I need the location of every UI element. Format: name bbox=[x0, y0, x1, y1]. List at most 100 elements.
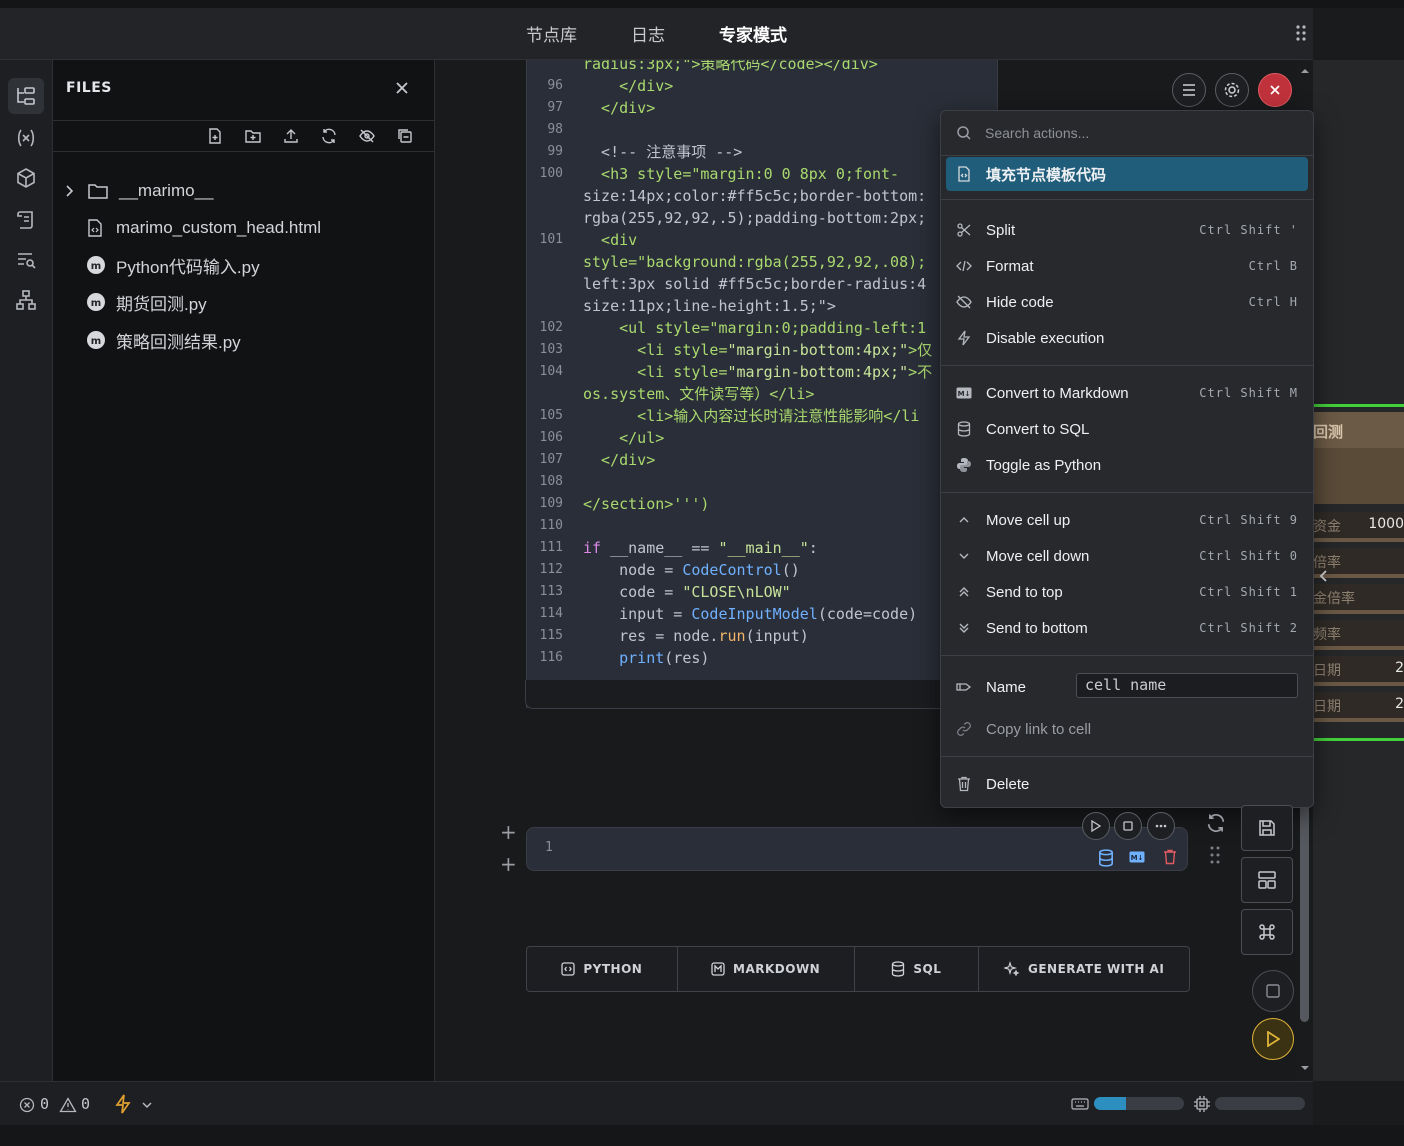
code-line[interactable]: left:3px solid #ff5c5c;border-radius:4 bbox=[527, 273, 997, 295]
code-line[interactable]: radius:3px;">策略代码</code></div> bbox=[527, 60, 997, 75]
node-param-row[interactable]: 日期 2 bbox=[1313, 692, 1404, 722]
code-line[interactable]: 115 res = node.run(input) bbox=[527, 625, 997, 647]
tree-item-html-file[interactable]: marimo_custom_head.html bbox=[86, 213, 321, 243]
close-icon[interactable] bbox=[392, 78, 412, 98]
add-cell-above-button[interactable]: + bbox=[500, 820, 517, 844]
tree-item-python-input[interactable]: m Python代码输入.py bbox=[86, 250, 260, 280]
code-line[interactable]: 99 <!-- 注意事项 --> bbox=[527, 141, 997, 163]
action-search[interactable]: Search actions... bbox=[941, 111, 1313, 155]
cell-settings-button[interactable] bbox=[1215, 73, 1249, 107]
cell-delete-close-button[interactable] bbox=[1258, 73, 1292, 107]
tab-node-library[interactable]: 节点库 bbox=[526, 21, 577, 46]
cell-name-input[interactable]: cell name bbox=[1076, 673, 1298, 698]
more-options-button[interactable] bbox=[1147, 812, 1175, 840]
menu-item-fill-template[interactable]: 填充节点模板代码 bbox=[946, 157, 1308, 191]
menu-item-move-up[interactable]: Move cell up Ctrl Shift 9 bbox=[946, 503, 1308, 537]
stop-all-button[interactable] bbox=[1252, 970, 1294, 1012]
code-line[interactable]: size:11px;line-height:1.5;"> bbox=[527, 295, 997, 317]
chevron-down-icon[interactable] bbox=[141, 1101, 153, 1109]
code-line[interactable]: 100 <h3 style="margin:0 0 8px 0;font- bbox=[527, 163, 997, 185]
files-tree-icon[interactable] bbox=[8, 78, 44, 114]
menu-item-send-top[interactable]: Send to top Ctrl Shift 1 bbox=[946, 575, 1308, 609]
code-line[interactable]: 103 <li style="margin-bottom:4px;">仅 bbox=[527, 339, 997, 361]
scroll-down-arrow-icon[interactable] bbox=[1297, 1062, 1313, 1074]
new-folder-icon[interactable] bbox=[242, 125, 264, 147]
database-icon[interactable] bbox=[1098, 849, 1114, 867]
code-line[interactable]: 104 <li style="margin-bottom:4px;">不 bbox=[527, 361, 997, 383]
add-markdown-cell-button[interactable]: MARKDOWN bbox=[678, 947, 855, 991]
scroll-up-arrow-icon[interactable] bbox=[1297, 65, 1313, 77]
code-line[interactable]: 106 </ul> bbox=[527, 427, 997, 449]
stop-cell-button[interactable] bbox=[1114, 812, 1142, 840]
warning-icon[interactable] bbox=[59, 1097, 77, 1113]
menu-item-toggle-python[interactable]: Toggle as Python bbox=[946, 448, 1308, 482]
drag-handle-icon[interactable] bbox=[1209, 845, 1221, 865]
code-line[interactable]: rgba(255,92,92,.5);padding-bottom:2px; bbox=[527, 207, 997, 229]
menu-item-copy-link[interactable]: Copy link to cell bbox=[946, 712, 1308, 746]
tab-logs[interactable]: 日志 bbox=[631, 21, 665, 46]
collapse-all-icon[interactable] bbox=[394, 125, 416, 147]
code-line[interactable]: 109 </section>''') bbox=[527, 493, 997, 515]
network-icon[interactable] bbox=[8, 282, 44, 318]
trash-icon[interactable] bbox=[1163, 849, 1177, 865]
tree-item-marimo-folder[interactable]: __marimo__ bbox=[63, 176, 214, 206]
menu-item-disable-execution[interactable]: Disable execution bbox=[946, 321, 1308, 355]
node-param-row[interactable]: 频率 bbox=[1313, 620, 1404, 650]
menu-item-convert-sql[interactable]: Convert to SQL bbox=[946, 412, 1308, 446]
menu-item-split[interactable]: Split Ctrl Shift ' bbox=[946, 213, 1308, 247]
run-all-button[interactable] bbox=[1252, 1018, 1294, 1060]
eye-off-icon[interactable] bbox=[356, 125, 378, 147]
code-line[interactable]: 110 bbox=[527, 515, 997, 537]
code-line[interactable]: 105 <li>输入内容过长时请注意性能影响</li bbox=[527, 405, 997, 427]
code-editor[interactable]: radius:3px;">策略代码</code></div> 96 </div> 9… bbox=[526, 60, 998, 708]
code-line[interactable]: size:14px;color:#ff5c5c;border-bottom: bbox=[527, 185, 997, 207]
scrollbar-thumb[interactable] bbox=[1300, 805, 1309, 1022]
keyboard-icon[interactable] bbox=[1071, 1097, 1089, 1111]
node-param-row[interactable]: 金倍率 bbox=[1313, 584, 1404, 614]
command-palette-button[interactable] bbox=[1241, 909, 1293, 955]
code-line[interactable]: 101 <div bbox=[527, 229, 997, 251]
code-line[interactable]: 96 </div> bbox=[527, 75, 997, 97]
markdown-icon[interactable]: M↓ bbox=[1128, 851, 1146, 863]
generate-with-ai-button[interactable]: GENERATE WITH AI bbox=[979, 947, 1189, 991]
tree-item-strategy-result[interactable]: m 策略回测结果.py bbox=[86, 325, 241, 355]
code-line[interactable]: 111 if __name__ == "__main__": bbox=[527, 537, 997, 559]
menu-item-send-bottom[interactable]: Send to bottom Ctrl Shift 2 bbox=[946, 611, 1308, 645]
menu-item-delete[interactable]: Delete bbox=[946, 767, 1308, 801]
code-line[interactable]: 97 </div> bbox=[527, 97, 997, 119]
code-line[interactable]: 116 print(res) bbox=[527, 647, 997, 669]
menu-item-hide-code[interactable]: Hide code Ctrl H bbox=[946, 285, 1308, 319]
code-line[interactable]: os.system、文件读写等）</li> bbox=[527, 383, 997, 405]
cpu-icon[interactable] bbox=[1193, 1095, 1211, 1113]
node-param-row[interactable]: 资金 1000 bbox=[1313, 512, 1404, 542]
lightning-icon[interactable] bbox=[114, 1094, 132, 1114]
code-line[interactable]: style="background:rgba(255,92,92,.08); bbox=[527, 251, 997, 273]
upload-icon[interactable] bbox=[280, 125, 302, 147]
package-icon[interactable] bbox=[8, 160, 44, 196]
menu-item-convert-markdown[interactable]: M↓ Convert to Markdown Ctrl Shift M bbox=[946, 376, 1308, 410]
code-line[interactable]: 114 input = CodeInputModel(code=code) bbox=[527, 603, 997, 625]
cell-menu-button[interactable] bbox=[1172, 73, 1206, 107]
variables-icon[interactable] bbox=[8, 120, 44, 156]
add-sql-cell-button[interactable]: SQL bbox=[855, 947, 980, 991]
code-line[interactable]: 112 node = CodeControl() bbox=[527, 559, 997, 581]
code-line[interactable]: 107 </div> bbox=[527, 449, 997, 471]
run-cell-button[interactable] bbox=[1082, 812, 1110, 840]
scroll-icon[interactable] bbox=[8, 202, 44, 238]
code-line[interactable]: 98 bbox=[527, 119, 997, 141]
add-python-cell-button[interactable]: PYTHON bbox=[527, 947, 678, 991]
tab-expert-mode[interactable]: 专家模式 bbox=[719, 21, 787, 46]
text-search-icon[interactable] bbox=[8, 242, 44, 278]
code-line[interactable]: 113 code = "CLOSE\nLOW" bbox=[527, 581, 997, 603]
chevron-left-icon[interactable] bbox=[1317, 569, 1331, 583]
tree-item-futures-backtest[interactable]: m 期货回测.py bbox=[86, 287, 207, 317]
grip-dots-icon[interactable] bbox=[1295, 24, 1307, 42]
new-file-icon[interactable] bbox=[204, 125, 226, 147]
layout-button[interactable] bbox=[1241, 857, 1293, 903]
menu-item-move-down[interactable]: Move cell down Ctrl Shift 0 bbox=[946, 539, 1308, 573]
node-param-row[interactable]: 日期 2 bbox=[1313, 656, 1404, 686]
code-line[interactable]: 108 bbox=[527, 471, 997, 493]
menu-item-format[interactable]: Format Ctrl B bbox=[946, 249, 1308, 283]
save-button[interactable] bbox=[1241, 805, 1293, 851]
refresh-icon[interactable] bbox=[318, 125, 340, 147]
